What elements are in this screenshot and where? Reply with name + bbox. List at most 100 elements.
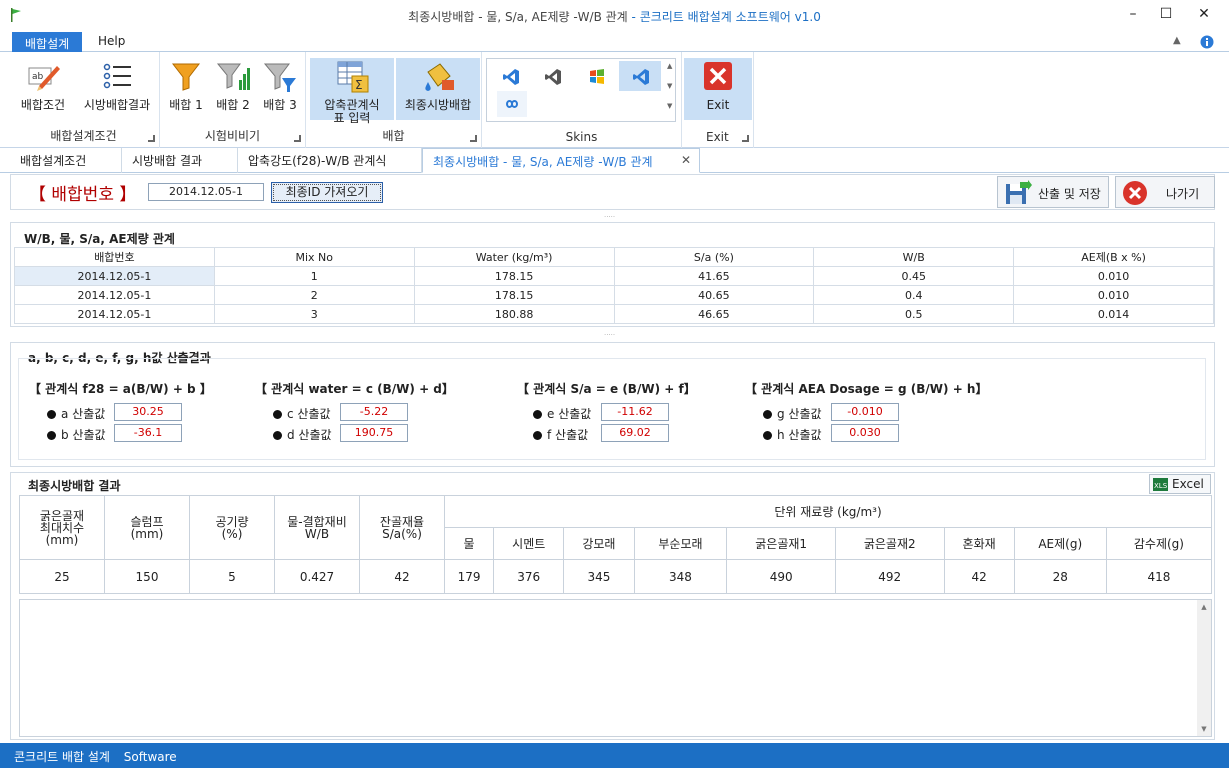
tab-final-spec-mix[interactable]: 최종시방배합 - 물, S/a, AE제량 -W/B 관계 ✕ — [422, 148, 700, 173]
svg-text:ab: ab — [32, 72, 44, 82]
exit-ribbon-button[interactable]: Exit — [684, 58, 752, 120]
status-app-sub: Software — [123, 750, 177, 764]
memo-scrollbar[interactable]: ▲ ▼ — [1197, 600, 1211, 736]
cell[interactable]: 2014.12.05-1 — [14, 266, 215, 286]
mix-header-panel: 【 배합번호 】 2014.12.05-1 최종ID 가져오기 산출 및 저장 … — [10, 174, 1215, 210]
cell[interactable]: 0.014 — [1013, 304, 1214, 324]
eq1-a-row: a 산출값 — [47, 405, 105, 422]
memo-textarea[interactable]: ▲ ▼ — [19, 599, 1212, 737]
table-row: 25 150 5 0.427 42 179 376 345 348 490 49… — [19, 559, 1213, 594]
window-title: 최종시방배합 - 물, S/a, AE제량 -W/B 관계 - 콘크리트 배합설… — [0, 8, 1229, 25]
calc-save-button[interactable]: 산출 및 저장 — [997, 176, 1109, 208]
maximize-button[interactable]: ☐ — [1156, 6, 1176, 24]
table-row[interactable]: 2014.12.05-1 2 178.15 40.65 0.4 0.010 — [14, 285, 1214, 305]
cell[interactable]: 0.010 — [1013, 266, 1214, 286]
eq2-c-value[interactable]: -5.22 — [340, 403, 408, 421]
hdr-coarse-1: 굵은골재1 — [726, 527, 836, 560]
cell[interactable]: 2014.12.05-1 — [14, 304, 215, 324]
splitter-grip[interactable]: ····· — [604, 213, 615, 221]
spec-mix-result-button[interactable]: 시방배합결과 — [76, 58, 158, 120]
eq1-b-value[interactable]: -36.1 — [114, 424, 182, 442]
splitter-grip[interactable]: ····· — [604, 331, 615, 339]
bullet-icon — [273, 431, 282, 440]
cell[interactable]: 0.4 — [813, 285, 1015, 305]
tab-spec-mix-result[interactable]: 시방배합 결과 — [122, 148, 238, 173]
skin-vs-light-icon[interactable] — [631, 67, 651, 87]
ribbon-tab-mix-design[interactable]: 배합설계 — [12, 32, 83, 53]
group-launcher-icon[interactable] — [742, 135, 749, 142]
status-bar: 콘크리트 배합 설계 Software — [0, 743, 1229, 768]
exit-page-button[interactable]: 나가기 — [1115, 176, 1215, 208]
cell[interactable]: 0.45 — [813, 266, 1015, 286]
eq4-h-value[interactable]: 0.030 — [831, 424, 899, 442]
close-button[interactable]: ✕ — [1194, 6, 1214, 24]
info-icon[interactable] — [1200, 35, 1214, 49]
cell: 490 — [726, 559, 836, 594]
bullet-icon — [533, 410, 542, 419]
skin-vs-blue-icon[interactable] — [501, 67, 521, 87]
eq2-d-value[interactable]: 190.75 — [340, 424, 408, 442]
col-mix-index: Mix No — [213, 247, 415, 267]
final-spec-mix-button[interactable]: 최종시방배합 — [396, 58, 480, 120]
group-launcher-icon[interactable] — [294, 135, 301, 142]
group-skins: ▲ ▼ ▼ Skins — [482, 52, 682, 148]
cell[interactable]: 178.15 — [413, 266, 615, 286]
funnel-icon — [171, 63, 201, 91]
scroll-up-icon[interactable]: ▲ — [1197, 603, 1211, 611]
excel-export-label: Excel — [1172, 477, 1204, 491]
eq4-h-row: h 산출값 — [763, 426, 822, 443]
eq1-a-value[interactable]: 30.25 — [114, 403, 182, 421]
eq3-f-value[interactable]: 69.02 — [601, 424, 669, 442]
group-launcher-icon[interactable] — [148, 135, 155, 142]
cell[interactable]: 0.010 — [1013, 285, 1214, 305]
table-row[interactable]: 2014.12.05-1 3 180.88 46.65 0.5 0.014 — [14, 304, 1214, 324]
relation-table: 배합번호 Mix No Water (kg/m³) S/a (%) W/B AE… — [14, 247, 1214, 324]
scroll-down-icon[interactable]: ▼ — [1197, 725, 1211, 733]
col-mix-no: 배합번호 — [14, 247, 215, 267]
title-bar: 최종시방배합 - 물, S/a, AE제량 -W/B 관계 - 콘크리트 배합설… — [0, 0, 1229, 30]
ribbon-collapse-icon[interactable]: ▲ — [1173, 35, 1181, 46]
tab-mix-design-conditions[interactable]: 배합설계조건 — [10, 148, 122, 173]
bullet-icon — [533, 431, 542, 440]
cell[interactable]: 2014.12.05-1 — [14, 285, 215, 305]
compression-relation-input-button[interactable]: Σ 압축관계식표 입력 — [310, 58, 394, 125]
skin-infinity-icon[interactable] — [503, 97, 521, 111]
cell[interactable]: 0.5 — [813, 304, 1015, 324]
skin-gallery-scroll[interactable]: ▲ ▼ ▼ — [667, 61, 672, 111]
tab-close-icon[interactable]: ✕ — [681, 153, 691, 167]
cell[interactable]: 46.65 — [613, 304, 815, 324]
spec-mix-result-label: 시방배합결과 — [83, 98, 151, 112]
cell[interactable]: 178.15 — [413, 285, 615, 305]
cell[interactable]: 40.65 — [613, 285, 815, 305]
minimize-button[interactable]: – — [1123, 6, 1143, 24]
bullet-icon — [47, 410, 56, 419]
test-mix-3-button[interactable]: 배합 3 — [258, 58, 302, 120]
eq4-g-value[interactable]: -0.010 — [831, 403, 899, 421]
eq3-e-value[interactable]: -11.62 — [601, 403, 669, 421]
skin-windows-icon[interactable] — [587, 67, 607, 87]
cell[interactable]: 41.65 — [613, 266, 815, 286]
group-test-mix: 배합 1 배합 2 배합 3 시험비비기 — [160, 52, 306, 148]
mix-no-field[interactable]: 2014.12.05-1 — [148, 183, 264, 201]
cell: 5 — [189, 559, 275, 594]
skin-vs-dark-icon[interactable] — [543, 67, 563, 87]
tab-compressive-strength-relation[interactable]: 압축강도(f28)-W/B 관계식 — [238, 148, 422, 173]
group-launcher-icon[interactable] — [470, 135, 477, 142]
cell: 376 — [493, 559, 565, 594]
hdr-admixture: 혼화재 — [943, 527, 1015, 560]
result-table: 굵은골재 최대치수 (mm) 슬럼프 (mm) 공기량 (%) 물-결합재비 W… — [19, 495, 1213, 594]
excel-export-button[interactable]: XLS Excel — [1149, 474, 1211, 494]
cell[interactable]: 3 — [213, 304, 415, 324]
ribbon-tab-help[interactable]: Help — [86, 32, 137, 53]
cell[interactable]: 2 — [213, 285, 415, 305]
fetch-final-id-button[interactable]: 최종ID 가져오기 — [271, 182, 383, 203]
test-mix-1-button[interactable]: 배합 1 — [164, 58, 208, 120]
mix-condition-button[interactable]: ab 배합조건 — [12, 58, 74, 120]
table-row[interactable]: 2014.12.05-1 1 178.15 41.65 0.45 0.010 — [14, 266, 1214, 286]
tab-final-spec-mix-label: 최종시방배합 - 물, S/a, AE제량 -W/B 관계 — [433, 155, 653, 169]
eq4-title: 【 관계식 AEA Dosage = g (B/W) + h】 — [745, 382, 988, 396]
test-mix-2-button[interactable]: 배합 2 — [210, 58, 256, 120]
cell[interactable]: 180.88 — [413, 304, 615, 324]
save-disk-icon — [1006, 180, 1032, 204]
cell[interactable]: 1 — [213, 266, 415, 286]
